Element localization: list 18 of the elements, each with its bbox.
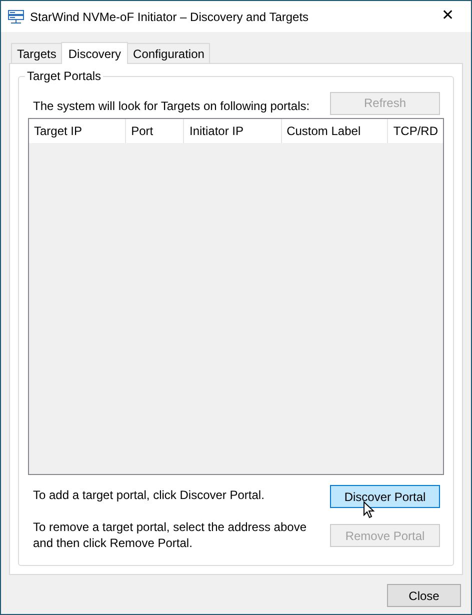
cursor-icon — [363, 501, 375, 519]
intro-text: The system will look for Targets on following portals: — [32, 98, 310, 115]
tab[interactable]: Discovery — [61, 42, 128, 64]
remove-hint: To remove a target portal, select the address above and then click Remove Portal. — [32, 519, 308, 551]
window-title: StarWind NVMe-oF Initiator – Discovery and Targets — [30, 8, 310, 26]
column-header[interactable]: Port — [126, 119, 184, 143]
close-dialog-button[interactable]: Close — [387, 584, 461, 607]
column-header[interactable]: Target IP — [29, 119, 126, 143]
tab[interactable]: Configuration — [127, 43, 210, 63]
close-button[interactable]: ✕ — [432, 4, 464, 28]
column-header[interactable]: Custom Label — [282, 119, 388, 143]
column-header[interactable]: Initiator IP — [184, 119, 282, 143]
add-hint: To add a target portal, click Discover Portal. — [32, 487, 264, 504]
tab[interactable]: Targets — [11, 43, 62, 63]
group-title: Target Portals — [25, 69, 104, 83]
column-header[interactable]: TCP/RD — [388, 119, 443, 143]
discover-portal-button[interactable]: Discover Portal — [330, 485, 440, 508]
server-icon — [8, 10, 24, 24]
